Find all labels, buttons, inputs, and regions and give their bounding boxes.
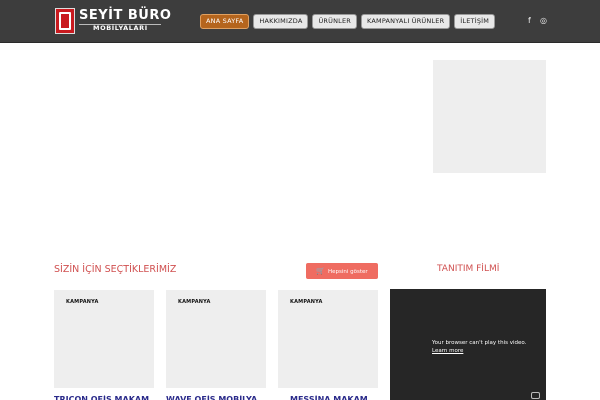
- video-error-text: Your browser can't play this video.: [432, 340, 527, 346]
- video-player[interactable]: Your browser can't play this video. Lear…: [390, 289, 546, 400]
- brand-name: SEYİT BÜRO: [79, 8, 172, 23]
- main-nav: ANA SAYFA HAKKIMIZDA ÜRÜNLER KAMPANYALI …: [200, 14, 496, 30]
- product-name[interactable]: WAVE OFİS MOBİLYA: [166, 395, 266, 400]
- nav-item-kampanyali-urunler[interactable]: KAMPANYALI ÜRÜNLER: [361, 14, 451, 29]
- brand-subtitle: MOBİLYALARI: [93, 24, 148, 32]
- hero-slider: [54, 60, 427, 232]
- product-card[interactable]: KAMPANYA: [166, 290, 266, 388]
- campaign-badge: KAMPANYA: [290, 299, 323, 305]
- show-all-label: Hepsini göster: [328, 269, 368, 275]
- learn-more-link[interactable]: Learn more: [432, 348, 463, 354]
- video-error-message: Your browser can't play this video. Lear…: [432, 340, 526, 355]
- nav-item-ana-sayfa[interactable]: ANA SAYFA: [200, 14, 250, 29]
- product-name[interactable]: MESSİNA MAKAM: [290, 395, 378, 400]
- campaign-badge: KAMPANYA: [66, 299, 99, 305]
- nav-item-hakkimizda[interactable]: HAKKIMIZDA: [253, 14, 309, 29]
- side-banner: [433, 60, 546, 173]
- youtube-icon[interactable]: [531, 392, 540, 399]
- product-name[interactable]: TRICON OFİS MAKAM: [54, 395, 154, 400]
- cart-icon: 🛒: [316, 267, 325, 275]
- product-card[interactable]: KAMPANYA: [54, 290, 154, 388]
- picks-title: SİZİN İÇİN SEÇTİKLERİMİZ: [54, 264, 177, 275]
- logo[interactable]: SEYİT BÜRO MOBİLYALARI: [55, 8, 171, 36]
- seyit-logo-icon: [55, 8, 75, 34]
- nav-item-iletisim[interactable]: İLETİŞİM: [454, 14, 496, 29]
- facebook-icon[interactable]: f: [528, 16, 531, 25]
- campaign-badge: KAMPANYA: [178, 299, 211, 305]
- nav-item-urunler[interactable]: ÜRÜNLER: [312, 14, 358, 29]
- product-card[interactable]: KAMPANYA: [278, 290, 378, 388]
- video-title: TANITIM FİLMİ: [437, 264, 500, 274]
- site-header: SEYİT BÜRO MOBİLYALARI ANA SAYFA HAKKIMI…: [0, 0, 600, 43]
- instagram-icon[interactable]: ◎: [540, 16, 547, 25]
- show-all-button[interactable]: 🛒 Hepsini göster: [306, 263, 378, 279]
